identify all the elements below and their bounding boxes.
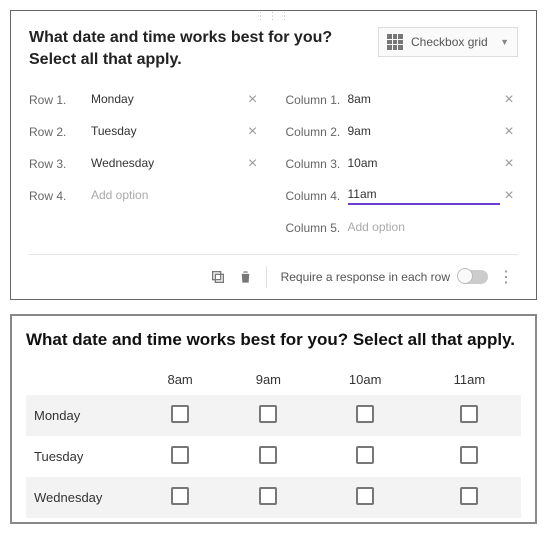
- remove-row-icon[interactable]: ×: [244, 91, 262, 109]
- checkbox-grid-icon: [387, 34, 403, 50]
- column-item: Column 2. 9am ×: [286, 116, 519, 148]
- drag-handle-icon[interactable]: ⋮⋮⋮: [256, 11, 292, 22]
- col-index: Column 2.: [286, 125, 348, 139]
- grid-checkbox[interactable]: [460, 405, 478, 423]
- col-value[interactable]: 11am: [348, 187, 501, 205]
- grid-col-header: 11am: [418, 364, 521, 395]
- grid-checkbox[interactable]: [259, 487, 277, 505]
- question-title[interactable]: What date and time works best for you? S…: [29, 27, 378, 70]
- grid-row-header: Tuesday: [26, 436, 136, 477]
- duplicate-icon[interactable]: [204, 263, 232, 291]
- grid-col-header: 9am: [224, 364, 312, 395]
- grid-checkbox[interactable]: [460, 446, 478, 464]
- grid-row: Tuesday: [26, 436, 521, 477]
- more-options-icon[interactable]: ⋮: [494, 267, 518, 287]
- grid-row: Monday: [26, 395, 521, 436]
- preview-question-title: What date and time works best for you? S…: [26, 330, 521, 350]
- col-value[interactable]: 10am: [348, 156, 501, 173]
- question-preview: What date and time works best for you? S…: [10, 314, 537, 524]
- remove-column-icon[interactable]: ×: [500, 187, 518, 205]
- row-value[interactable]: Wednesday: [91, 156, 244, 173]
- chevron-down-icon: ▼: [500, 37, 509, 47]
- delete-icon[interactable]: [232, 263, 260, 291]
- require-label: Require a response in each row: [281, 270, 450, 284]
- toggle-knob: [457, 268, 473, 284]
- row-index: Row 1.: [29, 93, 91, 107]
- checkbox-grid: 8am 9am 10am 11am Monday Tuesday: [26, 364, 521, 518]
- col-index: Column 5.: [286, 221, 348, 235]
- row-add[interactable]: Row 4. Add option ×: [29, 180, 262, 212]
- col-value[interactable]: 9am: [348, 124, 501, 141]
- grid-checkbox[interactable]: [356, 405, 374, 423]
- column-item: Column 1. 8am ×: [286, 84, 519, 116]
- col-index: Column 1.: [286, 93, 348, 107]
- row-item: Row 3. Wednesday ×: [29, 148, 262, 180]
- row-item: Row 1. Monday ×: [29, 84, 262, 116]
- rows-column: Row 1. Monday × Row 2. Tuesday × Row 3. …: [29, 84, 262, 244]
- grid-checkbox[interactable]: [171, 487, 189, 505]
- grid-checkbox[interactable]: [356, 487, 374, 505]
- grid-col-header: 8am: [136, 364, 224, 395]
- question-type-label: Checkbox grid: [411, 35, 492, 49]
- remove-row-icon[interactable]: ×: [244, 123, 262, 141]
- editor-footer: Require a response in each row ⋮: [29, 254, 518, 291]
- row-index: Row 4.: [29, 189, 91, 203]
- row-item: Row 2. Tuesday ×: [29, 116, 262, 148]
- col-index: Column 3.: [286, 157, 348, 171]
- remove-column-icon[interactable]: ×: [500, 91, 518, 109]
- grid-checkbox[interactable]: [171, 405, 189, 423]
- remove-column-icon[interactable]: ×: [500, 155, 518, 173]
- grid-row-header: Monday: [26, 395, 136, 436]
- grid-checkbox[interactable]: [259, 405, 277, 423]
- row-value[interactable]: Tuesday: [91, 124, 244, 141]
- grid-checkbox[interactable]: [356, 446, 374, 464]
- col-add-placeholder[interactable]: Add option: [348, 220, 501, 237]
- question-type-select[interactable]: Checkbox grid ▼: [378, 27, 518, 57]
- column-item: Column 3. 10am ×: [286, 148, 519, 180]
- separator: [266, 266, 267, 288]
- grid-checkbox[interactable]: [460, 487, 478, 505]
- require-toggle[interactable]: [458, 270, 488, 284]
- col-value[interactable]: 8am: [348, 92, 501, 109]
- grid-checkbox[interactable]: [171, 446, 189, 464]
- remove-row-icon[interactable]: ×: [244, 155, 262, 173]
- row-add-placeholder[interactable]: Add option: [91, 188, 244, 205]
- col-index: Column 4.: [286, 189, 348, 203]
- grid-checkbox[interactable]: [259, 446, 277, 464]
- row-value[interactable]: Monday: [91, 92, 244, 109]
- row-index: Row 3.: [29, 157, 91, 171]
- column-add[interactable]: Column 5. Add option ×: [286, 212, 519, 244]
- grid-col-header: 10am: [313, 364, 418, 395]
- row-index: Row 2.: [29, 125, 91, 139]
- grid-row-header: Wednesday: [26, 477, 136, 518]
- columns-column: Column 1. 8am × Column 2. 9am × Column 3…: [286, 84, 519, 244]
- grid-row: Wednesday: [26, 477, 521, 518]
- column-item: Column 4. 11am ×: [286, 180, 519, 212]
- remove-column-icon[interactable]: ×: [500, 123, 518, 141]
- question-editor: ⋮⋮⋮ What date and time works best for yo…: [10, 10, 537, 300]
